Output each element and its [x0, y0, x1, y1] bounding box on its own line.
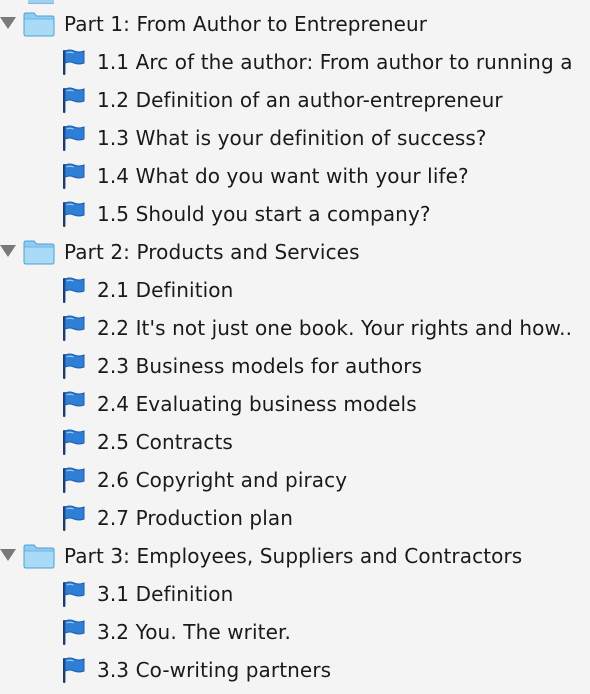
flag-icon — [63, 125, 85, 151]
outline-item-title: 3.2 You. The writer. — [97, 620, 291, 644]
outline-item-title: 3.3 Co-writing partners — [97, 658, 332, 682]
flag-icon — [63, 391, 85, 417]
outline-item-title: 2.6 Copyright and piracy — [97, 468, 348, 492]
flag-icon — [63, 581, 85, 607]
folder-icon — [23, 544, 55, 569]
outline-item-title: 1.4 What do you want with your life? — [97, 164, 469, 188]
outline-part-1[interactable]: Part 1: From Author to Entrepreneur — [0, 5, 590, 43]
folder-icon — [23, 12, 55, 37]
outline-item[interactable]: 2.7 Production plan — [0, 499, 590, 537]
outline-item-title: 2.3 Business models for authors — [97, 354, 423, 378]
flag-icon — [63, 49, 85, 75]
outline-item-title: 1.3 What is your definition of success? — [97, 126, 487, 150]
outline-item-title: 2.2 It's not just one book. Your rights … — [97, 316, 573, 340]
outline-item-title: 2.7 Production plan — [97, 506, 294, 530]
outline-item-title: 2.4 Evaluating business models — [97, 392, 417, 416]
outline-part-title: Part 3: Employees, Suppliers and Contrac… — [64, 544, 523, 568]
partial-folder-icon — [28, 0, 54, 4]
disclosure-triangle-icon[interactable] — [0, 549, 16, 561]
flag-icon — [63, 505, 85, 531]
outline-item[interactable]: 3.1 Definition — [0, 575, 590, 613]
outline-part-title: Part 2: Products and Services — [64, 240, 360, 264]
flag-icon — [63, 657, 85, 683]
flag-icon — [63, 619, 85, 645]
outline-item[interactable]: 1.3 What is your definition of success? — [0, 119, 590, 157]
outline-part-3[interactable]: Part 3: Employees, Suppliers and Contrac… — [0, 537, 590, 575]
disclosure-triangle-icon[interactable] — [0, 245, 16, 257]
outline-item-title: 2.5 Contracts — [97, 430, 233, 454]
outline-item[interactable]: 2.3 Business models for authors — [0, 347, 590, 385]
outline-item[interactable]: 2.2 It's not just one book. Your rights … — [0, 309, 590, 347]
outline-item[interactable]: 2.4 Evaluating business models — [0, 385, 590, 423]
outline-item-title: 3.1 Definition — [97, 582, 234, 606]
flag-icon — [63, 87, 85, 113]
outline-item-title: 1.1 Arc of the author: From author to ru… — [97, 50, 573, 74]
flag-icon — [63, 353, 85, 379]
outline-item[interactable]: 1.1 Arc of the author: From author to ru… — [0, 43, 590, 81]
flag-icon — [63, 163, 85, 189]
flag-icon — [63, 429, 85, 455]
outline-item[interactable]: 1.2 Definition of an author-entrepreneur — [0, 81, 590, 119]
outline-part-2[interactable]: Part 2: Products and Services — [0, 233, 590, 271]
outline-item[interactable]: 3.2 You. The writer. — [0, 613, 590, 651]
outline-part-title: Part 1: From Author to Entrepreneur — [64, 12, 428, 36]
outline-item-title: 1.5 Should you start a company? — [97, 202, 431, 226]
outline-item[interactable]: 1.5 Should you start a company? — [0, 195, 590, 233]
flag-icon — [63, 467, 85, 493]
outline-item[interactable]: 2.5 Contracts — [0, 423, 590, 461]
outline-item[interactable]: 2.1 Definition — [0, 271, 590, 309]
outline-item-title: 1.2 Definition of an author-entrepreneur — [97, 88, 503, 112]
outline-item[interactable]: 1.4 What do you want with your life? — [0, 157, 590, 195]
flag-icon — [63, 277, 85, 303]
outline-item[interactable]: 3.3 Co-writing partners — [0, 651, 590, 689]
binder-outline: Part 1: From Author to Entrepreneur 1.1 … — [0, 0, 590, 694]
flag-icon — [63, 315, 85, 341]
outline-item[interactable]: 2.6 Copyright and piracy — [0, 461, 590, 499]
flag-icon — [63, 201, 85, 227]
disclosure-triangle-icon[interactable] — [0, 17, 16, 29]
outline-item-title: 2.1 Definition — [97, 278, 234, 302]
folder-icon — [23, 240, 55, 265]
